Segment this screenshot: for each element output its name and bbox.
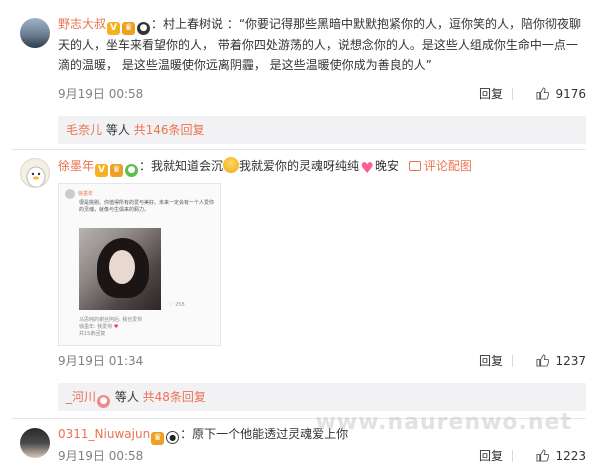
watermark: www.naurenwo.net: [315, 410, 572, 435]
sub-reply-count[interactable]: 共48条回复: [143, 390, 206, 404]
image-more-replies: 共15条回复: [79, 331, 106, 337]
comment-meta: 9月19日 01:34 回复 1237: [58, 351, 586, 371]
divider: [512, 88, 513, 100]
crown-badge-icon: ♛: [110, 164, 124, 177]
comment-image-label: 评论配图: [423, 159, 472, 173]
verified-badge-icon: V: [107, 22, 121, 35]
timestamp: 9月19日 01:34: [58, 354, 144, 368]
avatar[interactable]: [20, 158, 50, 188]
duck-avatar-icon: [26, 166, 46, 187]
like-count: 9176: [555, 87, 586, 101]
comment-content-a: ：我就知道会沉: [139, 159, 224, 173]
frog-badge-icon: ●: [125, 164, 139, 177]
avatar[interactable]: [20, 428, 50, 458]
avatar: [65, 189, 75, 199]
divider: [12, 149, 586, 150]
reply-button[interactable]: 回复: [479, 446, 503, 466]
crown-badge-icon: ♛: [151, 432, 165, 445]
photo: [79, 228, 161, 310]
image-replies: 马思纯的谢丝阿后: 我也爱你 徐墨年: 我爱你 ♥ 共15条回复: [79, 317, 214, 338]
bear-badge-icon: ●: [137, 22, 151, 35]
username-link[interactable]: 徐墨年: [58, 159, 94, 173]
avatar[interactable]: [20, 18, 50, 48]
panda-badge-icon: ●: [166, 431, 180, 444]
pig-badge-icon: ●: [97, 395, 111, 408]
comment-text: 野志大叔 V ♛ ● ：村上春树说 ：“你要记得那些黑暗中默默抱紧你的人，逗你笑的人，陪…: [58, 14, 586, 75]
image-username: 徐墨年: [78, 190, 94, 197]
like-count: 1237: [555, 354, 586, 368]
sub-reply-count[interactable]: 共146条回复: [134, 123, 205, 137]
heart-emoji-icon: ♥: [360, 159, 374, 177]
like-count: 1223: [555, 449, 586, 463]
username-link[interactable]: 野志大叔: [58, 17, 106, 31]
thumbs-up-icon: [536, 87, 550, 100]
image-like-count: 258: [175, 302, 185, 308]
sub-reply-text: 等人: [111, 390, 143, 404]
image-icon: [408, 161, 421, 171]
timestamp: 9月19日 00:58: [58, 87, 144, 101]
image-text: 很是挑剔。你值得所有的爱与美好。未来一定会有一个人爱你的灵魂，就像与生俱来的羁力…: [79, 200, 215, 213]
comment-meta: 9月19日 00:58 回复 9176: [58, 84, 586, 104]
image-reply-line: 徐墨年: 我爱你: [79, 324, 113, 330]
image-reply-line: 马思纯的谢丝阿后: 我也爱你: [79, 317, 143, 323]
sub-reply-user[interactable]: _河川: [66, 390, 96, 404]
divider: [512, 450, 513, 462]
username-link[interactable]: 0311_Niuwajun: [58, 427, 150, 441]
reply-button[interactable]: 回复: [479, 351, 503, 371]
smile-emoji-icon: [223, 157, 240, 173]
sub-reply-user[interactable]: 毛奈儿: [66, 123, 102, 137]
like-button[interactable]: 1237: [536, 351, 586, 371]
comment-meta: 9月19日 00:58 回复 1223: [58, 446, 586, 466]
image-likes: ♡ 258: [169, 302, 185, 308]
crown-badge-icon: ♛: [122, 22, 136, 35]
thumbs-up-icon: [536, 354, 550, 367]
comment-image-link[interactable]: 评论配图: [408, 159, 472, 173]
comment-content-b: 我就爱你的灵魂呀纯纯: [239, 159, 360, 173]
like-button[interactable]: 1223: [536, 446, 586, 466]
sub-replies-box[interactable]: 毛奈儿 等人 共146条回复: [58, 116, 586, 144]
comment-text: 徐墨年 V ♛ ● ：我就知道会沉 我就爱你的灵魂呀纯纯♥晚安 评论配图: [58, 156, 586, 177]
like-button[interactable]: 9176: [536, 84, 586, 104]
reply-button[interactable]: 回复: [479, 84, 503, 104]
thumbs-up-icon: [536, 449, 550, 462]
image-header: 徐墨年: [65, 189, 93, 199]
sub-reply-text: 等人: [102, 123, 134, 137]
divider: [512, 355, 513, 367]
comment-content-c: 晚安: [375, 159, 400, 173]
timestamp: 9月19日 00:58: [58, 449, 144, 463]
comment-image[interactable]: 徐墨年 很是挑剔。你值得所有的爱与美好。未来一定会有一个人爱你的灵魂，就像与生俱…: [58, 183, 221, 346]
verified-badge-icon: V: [95, 164, 109, 177]
face-shape: [109, 250, 135, 284]
sub-replies-box[interactable]: _河川 ● 等人 共48条回复: [58, 383, 586, 411]
